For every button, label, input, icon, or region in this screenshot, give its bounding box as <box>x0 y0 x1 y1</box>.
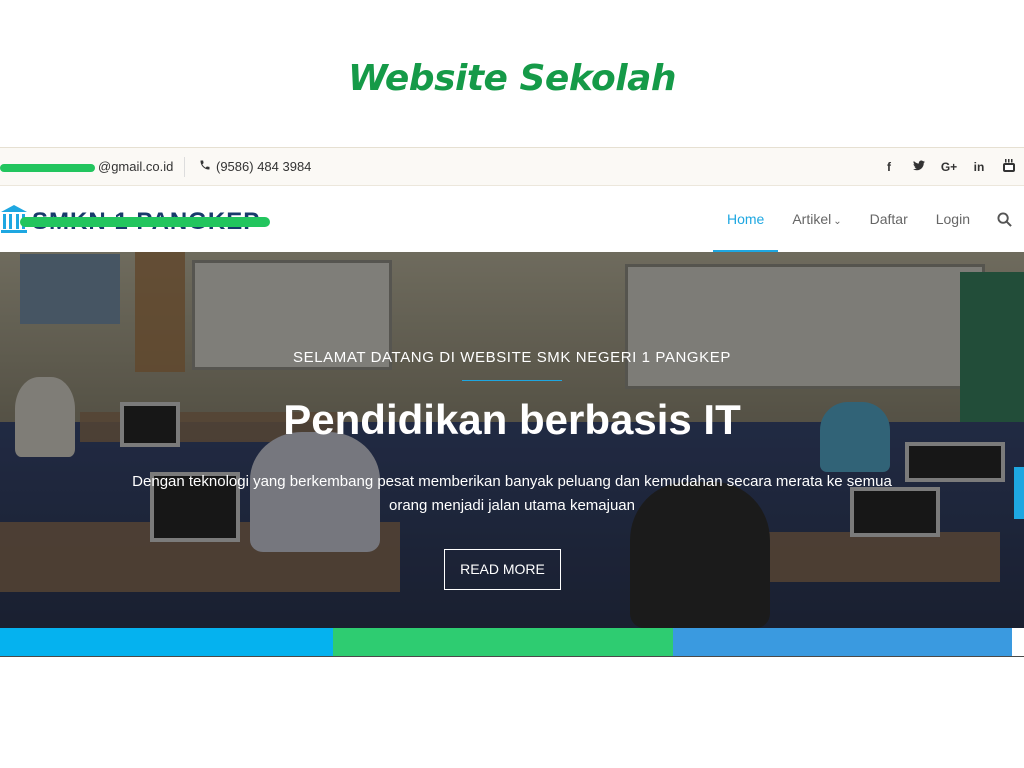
search-icon[interactable] <box>984 186 1024 252</box>
slider-side-tab[interactable] <box>1014 467 1024 519</box>
logo-redaction-mark <box>20 217 270 227</box>
google-plus-icon[interactable]: G+ <box>934 160 964 174</box>
nav-item-login[interactable]: Login <box>922 186 984 252</box>
top-info-bar: @gmail.co.id (9586) 484 3984 f G+ in <box>0 148 1024 186</box>
twitter-icon[interactable] <box>904 160 934 174</box>
chevron-down-icon: ⌄ <box>833 216 842 227</box>
website-screenshot: @gmail.co.id (9586) 484 3984 f G+ in Hom… <box>0 147 1024 657</box>
contact-email[interactable]: @gmail.co.id <box>98 159 173 174</box>
nav-item-label: Home <box>726 211 765 227</box>
bottom-divider <box>0 656 1024 657</box>
social-links: f G+ in <box>874 148 1024 186</box>
read-more-button[interactable]: READ MORE <box>444 549 561 590</box>
hero-divider <box>462 380 562 381</box>
youtube-icon[interactable] <box>994 159 1024 175</box>
nav-item-daftar[interactable]: Daftar <box>856 186 922 252</box>
color-strip-segment <box>0 628 333 656</box>
main-navbar: SMKN 1 PANGKEP Home Artikel⌄ Daftar Logi… <box>0 186 1024 252</box>
topbar-divider <box>184 157 185 177</box>
linkedin-icon[interactable]: in <box>964 160 994 174</box>
nav-item-label: Artikel <box>792 211 832 227</box>
phone-icon <box>200 160 210 170</box>
color-strip-segment <box>673 628 1012 656</box>
color-strip <box>0 628 1012 656</box>
hero-description: Dengan teknologi yang berkembang pesat m… <box>132 473 892 514</box>
nav-item-label: Login <box>935 211 970 227</box>
hero-slider: SELAMAT DATANG DI WEBSITE SMK NEGERI 1 P… <box>0 252 1024 628</box>
contact-phone: (9586) 484 3984 <box>216 159 312 174</box>
facebook-icon[interactable]: f <box>874 160 904 174</box>
nav-item-artikel[interactable]: Artikel ⌄ <box>778 186 855 252</box>
hero-content: SELAMAT DATANG DI WEBSITE SMK NEGERI 1 P… <box>0 252 1024 628</box>
hero-kicker: SELAMAT DATANG DI WEBSITE SMK NEGERI 1 P… <box>293 349 731 366</box>
nav-item-label: Daftar <box>869 211 908 227</box>
hero-headline: Pendidikan berbasis IT <box>283 396 741 443</box>
color-strip-segment <box>333 628 673 656</box>
nav-menu: Home Artikel ⌄ Daftar Login <box>712 186 1024 252</box>
email-redaction-mark <box>0 164 95 172</box>
page-title: Website Sekolah <box>347 58 677 99</box>
nav-item-home[interactable]: Home <box>712 186 779 252</box>
